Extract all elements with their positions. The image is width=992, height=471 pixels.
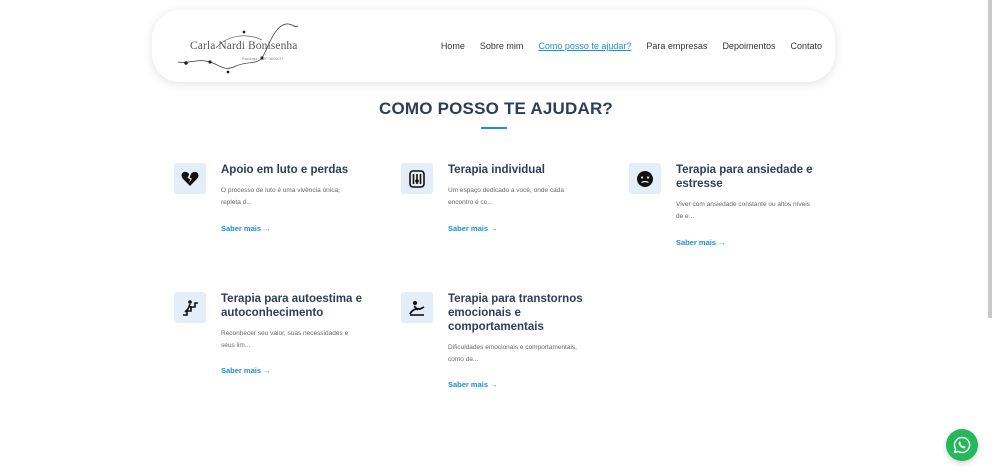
logo-name: Carla Nardi Bonisenha xyxy=(190,40,298,52)
saber-mais-link[interactable]: Saber mais → xyxy=(448,224,498,233)
anxious-face-icon xyxy=(629,163,661,194)
saber-mais-link[interactable]: Saber mais → xyxy=(676,238,726,247)
card-title: Terapia individual xyxy=(448,164,545,176)
nav-como-posso-ajudar[interactable]: Como posso te ajudar? xyxy=(538,41,631,51)
nav-depoimentos[interactable]: Depoimentos xyxy=(722,41,775,51)
nav-para-empresas[interactable]: Para empresas xyxy=(646,41,707,51)
nav-sobre-mim[interactable]: Sobre mim xyxy=(480,41,524,51)
section-title: COMO POSSO TE AJUDAR? xyxy=(378,99,614,118)
site-header: Carla Nardi Bonisenha Psicóloga · CRP 06… xyxy=(152,10,835,82)
title-underline xyxy=(481,127,507,129)
whatsapp-icon xyxy=(953,436,971,454)
logo-subtitle: Psicóloga · CRP 06/00017 xyxy=(242,57,284,61)
card-title: Terapia para ansiedade e estresse xyxy=(676,164,813,190)
card-description: Viver com ansiedade constante ou altos n… xyxy=(676,201,810,220)
saber-mais-link[interactable]: Saber mais → xyxy=(221,224,271,233)
card-title: Apoio em luto e perdas xyxy=(221,164,349,176)
scrollbar[interactable] xyxy=(988,0,992,318)
saber-mais-link[interactable]: Saber mais → xyxy=(448,380,498,389)
distress-icon xyxy=(401,292,433,323)
nav-contato[interactable]: Contato xyxy=(790,41,822,51)
card-description: Reconhecer seu valor, suas necessidades … xyxy=(221,330,349,349)
logo[interactable]: Carla Nardi Bonisenha Psicóloga · CRP 06… xyxy=(176,18,306,76)
broken-heart-icon xyxy=(174,163,206,194)
card-title: Terapia para transtornos emocionais e co… xyxy=(448,293,583,333)
card-description: Dificuldades emocionais e comportamentai… xyxy=(448,344,577,363)
climbing-icon xyxy=(174,292,206,323)
main-nav: Home Sobre mim Como posso te ajudar? Par… xyxy=(426,41,822,51)
card-description: Um espaço dedicado a você, onde cada enc… xyxy=(448,187,564,206)
card-title: Terapia para autoestima e autoconhecimen… xyxy=(221,293,363,319)
whatsapp-button[interactable] xyxy=(946,429,978,461)
card-description: O processo de luto é uma vivência única,… xyxy=(221,187,340,206)
saber-mais-link[interactable]: Saber mais → xyxy=(221,366,271,375)
nav-home[interactable]: Home xyxy=(441,41,465,51)
individual-therapy-icon xyxy=(401,163,433,194)
